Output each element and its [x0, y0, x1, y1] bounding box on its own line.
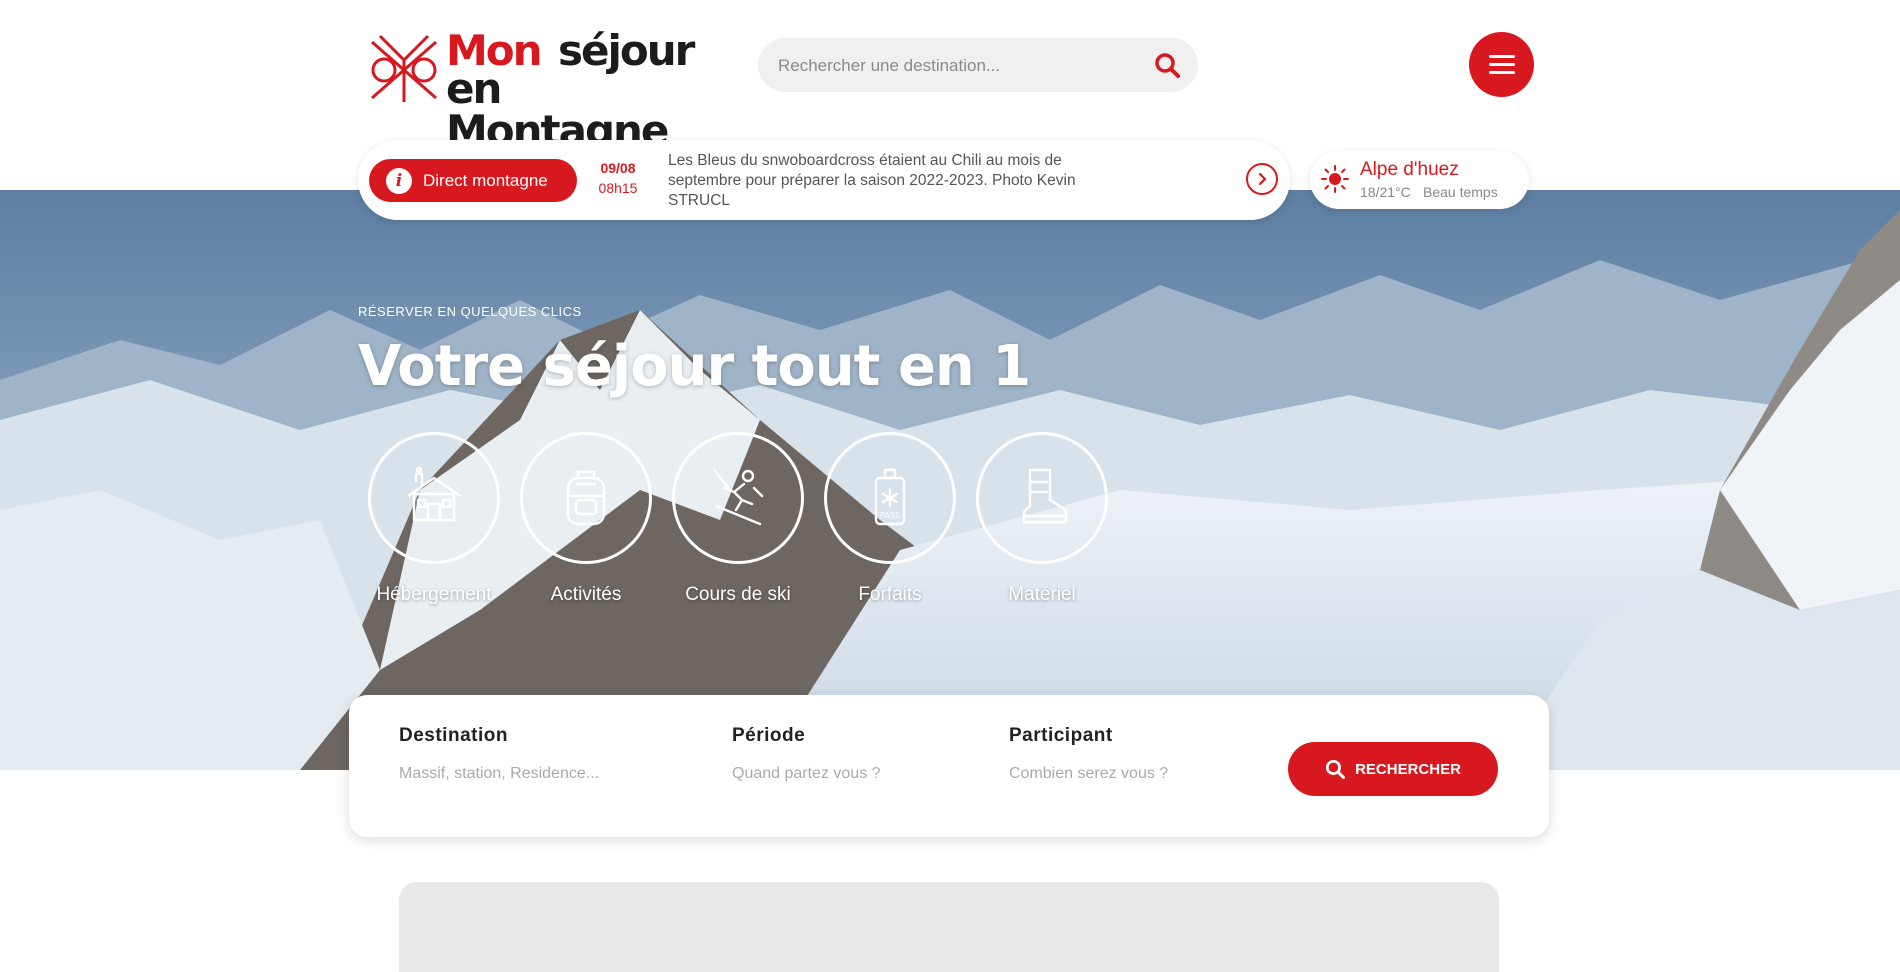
participants-field: Participant: [1009, 725, 1269, 783]
info-icon: i: [386, 167, 412, 194]
ticker-headline[interactable]: Les Bleus du snwoboardcross étaient au C…: [668, 151, 1138, 211]
logo-word-sejour: séjour: [558, 26, 695, 75]
direct-montagne-label: Direct montagne: [423, 170, 548, 190]
ticker-date: 09/08: [600, 160, 636, 176]
weather-location: Alpe d'huez: [1360, 159, 1459, 180]
hero-kicker: RÉSERVER EN QUELQUES CLICS: [358, 304, 582, 319]
period-input[interactable]: [732, 765, 992, 783]
ticker-time: 08h15: [598, 180, 638, 196]
content-card-placeholder: [399, 882, 1499, 972]
svg-text:PASS: PASS: [880, 511, 900, 520]
period-field: Période: [732, 725, 992, 783]
backpack-icon: [566, 470, 606, 526]
logo-mark-icon: [371, 34, 437, 102]
weather-widget[interactable]: Alpe d'huez 18/21°C Beau temps: [1310, 151, 1529, 209]
rechercher-label: RECHERCHER: [1355, 760, 1461, 778]
search-icon[interactable]: [1154, 52, 1180, 78]
menu-button[interactable]: [1469, 32, 1534, 97]
destination-field: Destination: [399, 725, 659, 783]
category-forfaits[interactable]: PASS Forfaits: [824, 432, 956, 606]
booking-search-panel: Destination Période Participant RECHERCH…: [349, 695, 1549, 837]
category-label: Hébergement: [376, 584, 492, 605]
news-ticker: i Direct montagne 09/08 08h15 Les Bleus …: [358, 140, 1290, 220]
search-icon: [1326, 759, 1346, 779]
destination-search-input[interactable]: [776, 38, 1140, 94]
destination-search-bar: [758, 38, 1198, 94]
destination-input[interactable]: [399, 765, 659, 783]
chevron-right-icon: [1258, 172, 1267, 186]
participants-label: Participant: [1009, 725, 1113, 746]
category-label: Cours de ski: [685, 584, 791, 605]
sun-icon: [1321, 165, 1349, 193]
rechercher-button[interactable]: RECHERCHER: [1288, 742, 1498, 796]
hero-title: Votre séjour tout en 1: [358, 334, 1031, 399]
chalet-icon: [407, 466, 461, 522]
ski-pass-icon: PASS: [874, 468, 906, 526]
category-label: Activités: [550, 584, 622, 605]
destination-label: Destination: [399, 725, 508, 746]
period-label: Période: [732, 725, 806, 746]
weather-temperature: 18/21°C: [1360, 184, 1411, 200]
category-cours-de-ski[interactable]: Cours de ski: [672, 432, 804, 606]
category-materiel[interactable]: Matériel: [976, 432, 1108, 606]
direct-montagne-button[interactable]: i Direct montagne: [369, 159, 577, 202]
category-label: Matériel: [1008, 584, 1076, 605]
category-label: Forfaits: [858, 584, 922, 605]
category-hebergement[interactable]: Hébergement: [368, 432, 500, 606]
hamburger-menu-icon: [1489, 55, 1515, 58]
ticker-next-button[interactable]: [1246, 163, 1278, 195]
weather-condition: Beau temps: [1423, 184, 1498, 200]
ticker-timestamp: 09/08 08h15: [596, 160, 640, 196]
skier-icon: [712, 468, 764, 526]
participants-input[interactable]: [1009, 765, 1269, 783]
site-logo[interactable]: Mon séjour en Montagne: [366, 26, 706, 152]
ski-boot-icon: [1022, 468, 1068, 524]
category-activites[interactable]: Activités: [520, 432, 652, 606]
